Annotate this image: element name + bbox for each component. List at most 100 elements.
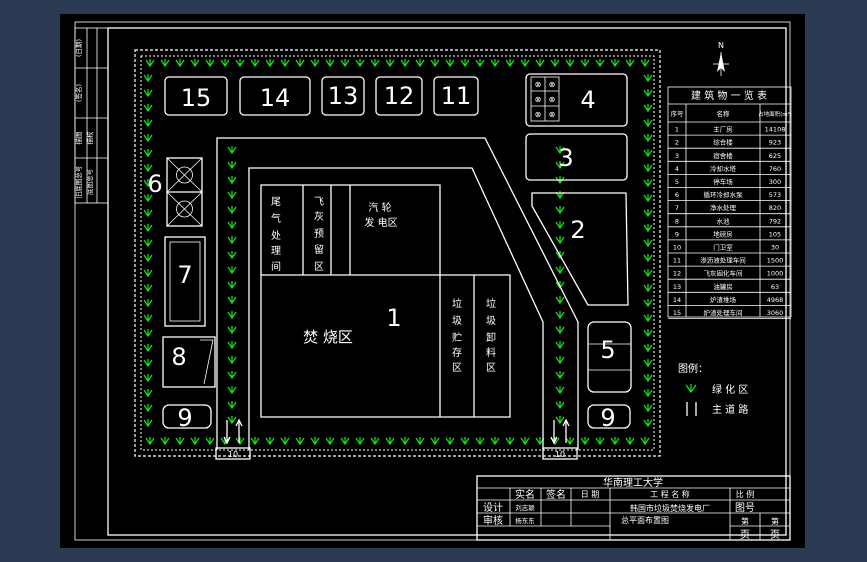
table-cell-name: 地磅房 (713, 229, 733, 238)
designer-name: 刘志颖 (515, 503, 535, 512)
svg-text:区: 区 (486, 362, 496, 374)
table-cell-no: 7 (675, 204, 679, 212)
table-cell-name: 循环冷却水泵 (704, 190, 744, 199)
building-12-label: 12 (384, 82, 415, 110)
building-9-right-label: 9 (600, 404, 615, 432)
svg-text:存: 存 (452, 346, 462, 359)
svg-text:理: 理 (271, 245, 281, 257)
table-cell-area: 1000 (767, 270, 784, 278)
svg-text:料: 料 (486, 346, 496, 359)
reviewer-name: 杨东东 (515, 516, 535, 525)
building-2-label: 2 (570, 216, 585, 244)
designer-label: 设计 (483, 501, 503, 514)
svg-text:飞: 飞 (314, 197, 324, 208)
svg-text:⊗: ⊗ (549, 80, 556, 89)
table-cell-area: 300 (769, 178, 781, 186)
cooling-tower-icons: ⊗ ⊗ ⊗ ⊗ ⊗ ⊗ (530, 76, 560, 122)
building-4-label: 4 (580, 86, 595, 114)
table-cell-area: 923 (769, 139, 781, 147)
svg-text:垃: 垃 (452, 297, 462, 310)
svg-text:间: 间 (271, 260, 281, 273)
table-cell-area: 4968 (767, 296, 784, 304)
gate-left-label: 10 (228, 450, 238, 459)
table-cell-no: 3 (675, 152, 679, 160)
table-cell-area: 820 (769, 204, 781, 212)
university-name: 华南理工大学 (603, 476, 663, 489)
svg-text:⊗: ⊗ (535, 95, 542, 104)
table-title: 建 筑 物 一 览 表 (691, 89, 767, 102)
table-cell-no: 2 (675, 139, 679, 147)
zone-turbine-line2: 发 电区 (364, 216, 397, 229)
page-label-b: 页 (770, 529, 780, 541)
table-cell-name: 主厂房 (713, 125, 733, 134)
building-13-label: 13 (328, 82, 359, 110)
table-cell-area: 1500 (767, 257, 784, 265)
zone-flue-gas: 尾 气 处 理 间 (271, 196, 281, 273)
table-header-no: 序号 (671, 109, 685, 118)
table-cell-name: 冷却水塔 (710, 164, 737, 173)
col-scale: 比 例 (736, 489, 755, 499)
table-cell-no: 13 (673, 283, 681, 291)
svg-text:区: 区 (452, 362, 462, 374)
svg-text:卸: 卸 (486, 331, 496, 344)
svg-text:留: 留 (314, 243, 324, 256)
legend-title: 图例： (678, 362, 708, 375)
table-header-name: 名称 (717, 109, 731, 118)
col-actual-name: 实名 (515, 488, 535, 501)
table-cell-no: 4 (675, 165, 679, 173)
table-cell-area: 573 (769, 191, 781, 199)
table-cell-no: 10 (673, 244, 681, 252)
table-cell-area: 105 (769, 230, 781, 238)
table-cell-name: 油罐房 (713, 282, 733, 291)
building-5-label: 5 (600, 336, 615, 364)
side-old-base: 旧底图总号 (74, 165, 83, 198)
table-cell-area: 14108 (765, 126, 786, 134)
svg-text:贮: 贮 (452, 331, 462, 344)
building-15-label: 15 (181, 84, 212, 112)
svg-text:圾: 圾 (452, 315, 462, 327)
gate-right-label: 10 (555, 450, 565, 459)
svg-text:垃: 垃 (486, 297, 496, 310)
svg-text:处: 处 (271, 230, 281, 242)
side-trace-check: 描校 (85, 131, 94, 145)
table-cell-name: 炉渣堆场 (710, 295, 737, 304)
table-cell-name: 门卫室 (713, 243, 733, 252)
table-cell-name: 飞灰固化车间 (704, 269, 743, 278)
drawing-number-label: 图号 (735, 502, 755, 514)
table-cell-area: 30 (771, 244, 779, 252)
side-base: 底图总号 (85, 169, 94, 196)
site-plan-drawing: (日期) (签名) 描图 描校 旧底图总号 底图总号 15 14 13 12 1… (60, 14, 805, 548)
building-3-label: 3 (558, 144, 573, 172)
svg-text:⊗: ⊗ (535, 80, 542, 89)
table-cell-no: 12 (673, 270, 681, 278)
sheet-label-b: 第 (771, 516, 779, 526)
building-7-label: 7 (177, 261, 192, 289)
svg-text:预: 预 (314, 228, 324, 240)
table-header-area: 占地面积(m²) (758, 110, 792, 118)
table-cell-no: 1 (675, 126, 679, 134)
side-trace: 描图 (74, 132, 83, 145)
reviewer-label: 审核 (483, 514, 503, 527)
svg-text:气: 气 (271, 212, 281, 225)
svg-text:⊗: ⊗ (549, 110, 556, 119)
table-cell-name: 炉渣处理车间 (704, 308, 743, 317)
page-label-a: 页 (740, 529, 750, 541)
table-cell-area: 792 (769, 217, 781, 225)
table-cell-area: 760 (769, 165, 781, 173)
table-cell-area: 3060 (767, 309, 784, 317)
svg-text:灰: 灰 (314, 210, 324, 223)
svg-text:⊗: ⊗ (549, 95, 556, 104)
table-cell-no: 5 (675, 178, 679, 186)
project-name-line2: 总平面布置图 (621, 515, 669, 525)
col-sign: 签名 (546, 488, 566, 501)
building-14-label: 14 (260, 84, 291, 112)
table-cell-no: 9 (675, 230, 679, 238)
legend-road: 主 道 路 (712, 403, 748, 416)
col-project: 工 程 名 称 (650, 489, 690, 499)
project-name-line1: 韩国市垃圾焚烧发电厂 (630, 503, 710, 513)
table-cell-name: 停车场 (713, 177, 733, 186)
table-cell-no: 14 (673, 296, 681, 304)
table-cell-name: 净水处理 (710, 203, 737, 212)
svg-text:尾: 尾 (271, 196, 281, 208)
building-11-label: 11 (441, 82, 472, 110)
